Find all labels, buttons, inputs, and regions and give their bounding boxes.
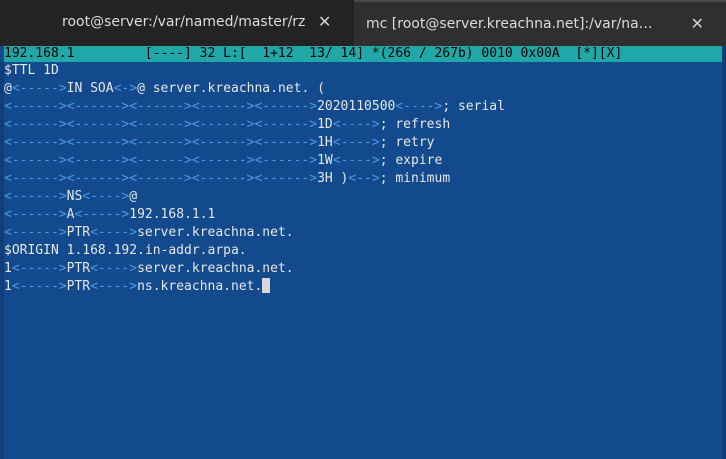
editor-line[interactable]: <------>A<----->192.168.1.1 <box>0 206 726 224</box>
line-text: 2020110500 <box>317 99 396 114</box>
line-text: PTR <box>66 261 91 276</box>
editor-line[interactable]: @<----->IN SOA<->@ server.kreachna.net. … <box>0 80 726 98</box>
editor-status-bar: 192.168.1 [----] 32 L:[ 1+12 13/ 14] *(2… <box>4 46 722 62</box>
line-text: 1 <box>4 279 12 294</box>
tab-bar: root@server:/var/named/master/rz ✕ mc [r… <box>0 0 726 46</box>
line-text: ; minimum <box>379 171 451 186</box>
tab-marker: <--> <box>348 171 380 186</box>
line-text: 192.168.1.1 <box>129 207 216 222</box>
line-text: server.kreachna.net. <box>137 261 294 276</box>
editor-line[interactable]: <------><------><------><------><------>… <box>0 98 726 116</box>
terminal-window[interactable]: 192.168.1 [----] 32 L:[ 1+12 13/ 14] *(2… <box>0 46 726 459</box>
line-text: 3H ) <box>317 171 349 186</box>
line-text: @ <box>129 189 138 204</box>
line-text: 1W <box>317 153 333 168</box>
tab-marker: <----> <box>332 153 380 168</box>
editor-line[interactable]: $ORIGIN 1.168.192.in-addr.arpa. <box>0 242 726 260</box>
tab-marker: <-----> <box>11 261 67 276</box>
editor-text-area[interactable]: $TTL 1D @<----->IN SOA<->@ server.kreachn… <box>0 62 726 296</box>
tab-mc[interactable]: mc [root@server.kreachna.net]:/var/na… ✕ <box>354 0 726 46</box>
tab-marker: <------><------><------><------><------> <box>4 171 318 186</box>
tab-marker: <-> <box>113 81 138 96</box>
editor-line[interactable]: <------><------><------><------><------>… <box>0 134 726 152</box>
editor-line[interactable]: $TTL 1D <box>0 62 726 80</box>
line-text: @ server.kreachna.net. ( <box>137 81 325 96</box>
tab-marker: <----> <box>395 99 443 114</box>
tab-marker: <------><------><------><------><------> <box>4 153 318 168</box>
line-text: ; refresh <box>379 117 451 132</box>
line-text: 1H <box>317 135 333 150</box>
close-icon[interactable]: ✕ <box>691 14 704 33</box>
tab-marker: <------> <box>4 225 67 240</box>
editor-line[interactable]: 1<----->PTR<---->ns.kreachna.net. <box>0 278 726 296</box>
tab-marker: <------><------><------><------><------> <box>4 99 318 114</box>
line-text: PTR <box>66 225 91 240</box>
tab-shell[interactable]: root@server:/var/named/master/rz ✕ <box>0 0 354 46</box>
tab-marker: <----> <box>82 189 130 204</box>
tab-marker: <-----> <box>11 81 67 96</box>
line-text: $ORIGIN 1.168.192.in-addr.arpa. <box>4 243 247 258</box>
line-text: PTR <box>66 279 91 294</box>
editor-line[interactable]: <------><------><------><------><------>… <box>0 116 726 134</box>
tab-marker: <------> <box>4 207 67 222</box>
tab-marker: <-----> <box>74 207 130 222</box>
tab-marker: <----> <box>90 279 138 294</box>
editor-line[interactable]: 1<----->PTR<---->server.kreachna.net. <box>0 260 726 278</box>
line-text: 1D <box>317 117 333 132</box>
line-text: @ <box>4 81 12 96</box>
tab-marker: <------><------><------><------><------> <box>4 135 318 150</box>
editor-line[interactable]: <------>PTR<---->server.kreachna.net. <box>0 224 726 242</box>
text-cursor <box>262 278 271 293</box>
line-text: server.kreachna.net. <box>137 225 294 240</box>
tab-title: mc [root@server.kreachna.net]:/var/na… <box>366 16 653 32</box>
line-text: $TTL 1D <box>4 63 59 78</box>
editor-line[interactable]: <------><------><------><------><------>… <box>0 152 726 170</box>
line-text: ; retry <box>379 135 435 150</box>
tab-marker: <-----> <box>11 279 67 294</box>
tab-marker: <----> <box>90 261 138 276</box>
tab-title: root@server:/var/named/master/rz <box>62 14 306 30</box>
close-icon[interactable]: ✕ <box>318 12 331 31</box>
tab-marker: <------><------><------><------><------> <box>4 117 318 132</box>
line-text: ; serial <box>442 99 505 114</box>
tab-marker: <------> <box>4 189 67 204</box>
line-text: IN SOA <box>66 81 114 96</box>
line-text: 1 <box>4 261 12 276</box>
line-text: ns.kreachna.net. <box>137 279 263 294</box>
line-text: ; expire <box>379 153 443 168</box>
line-text: NS <box>66 189 83 204</box>
tab-marker: <----> <box>90 225 138 240</box>
editor-line[interactable]: <------>NS<---->@ <box>0 188 726 206</box>
editor-line[interactable]: <------><------><------><------><------>… <box>0 170 726 188</box>
tab-marker: <----> <box>332 117 380 132</box>
tab-marker: <----> <box>332 135 380 150</box>
